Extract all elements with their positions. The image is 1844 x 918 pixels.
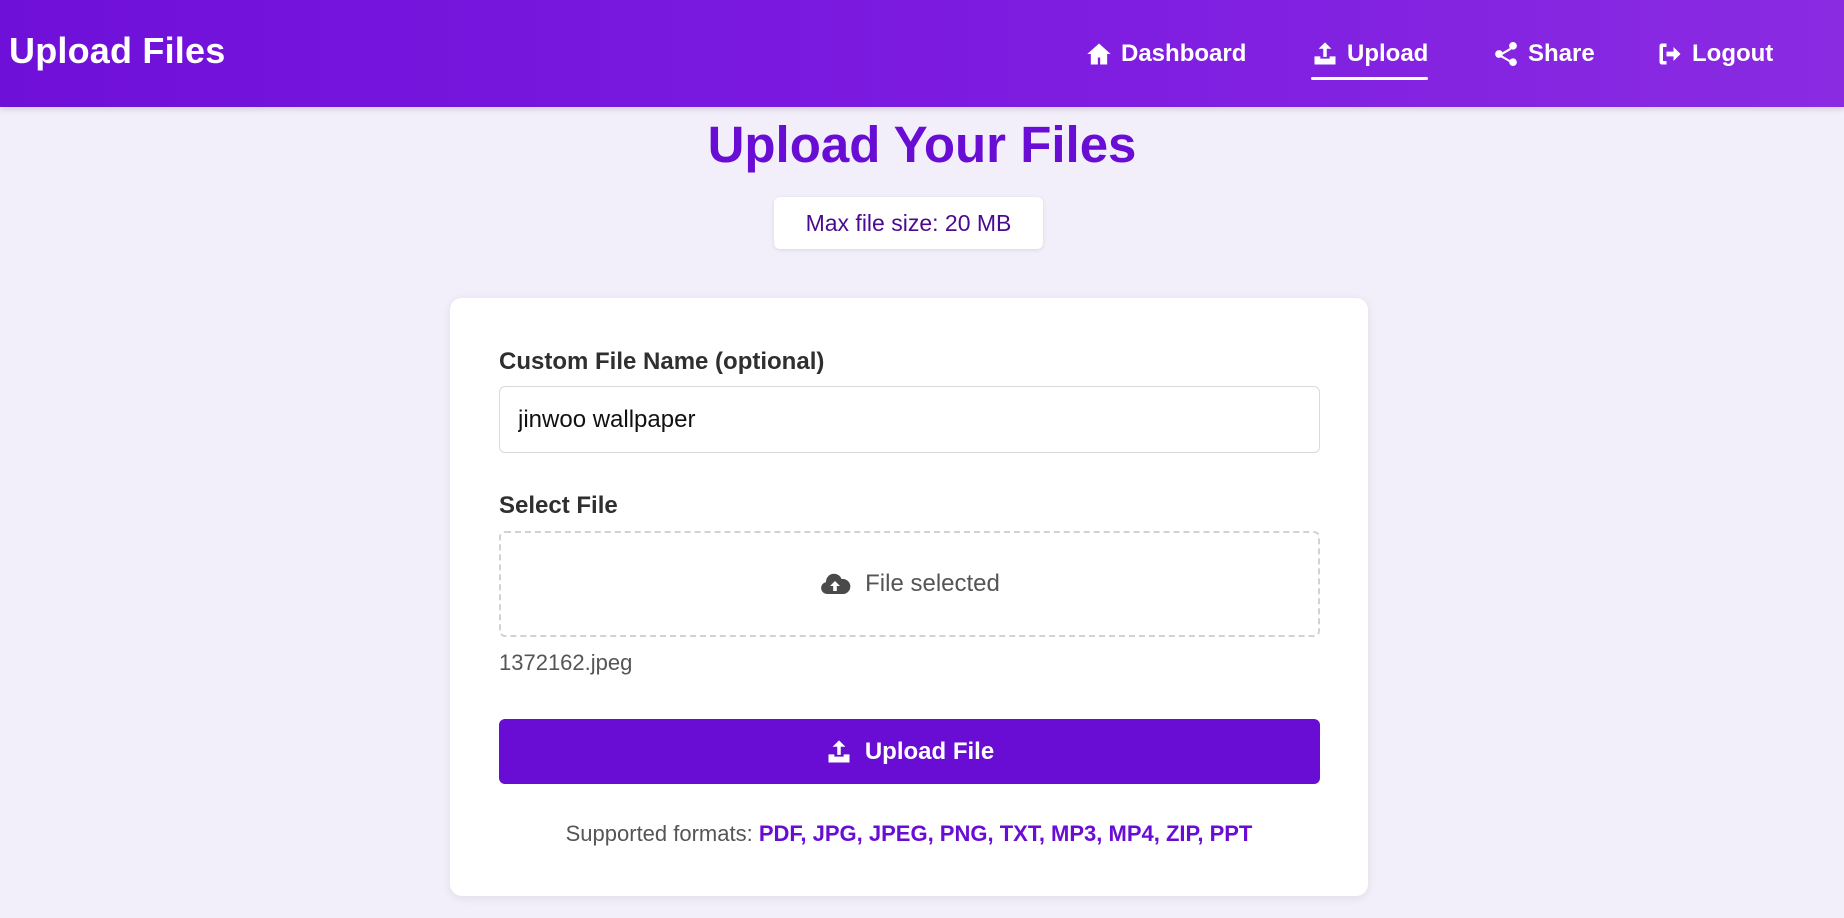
nav-dashboard-label: Dashboard xyxy=(1121,40,1247,67)
nav-logout-label: Logout xyxy=(1692,40,1774,67)
nav-upload-label: Upload xyxy=(1347,40,1429,67)
top-navbar: Upload Files Dashboard Upload Share Logo… xyxy=(0,0,1844,107)
upload-file-button[interactable]: Upload File xyxy=(499,719,1320,784)
formats-prefix: Supported formats: xyxy=(565,821,753,846)
supported-formats: Supported formats: PDF, JPG, JPEG, PNG, … xyxy=(450,821,1368,847)
nav-share[interactable]: Share xyxy=(1492,38,1595,70)
home-icon xyxy=(1087,43,1111,65)
cloud-upload-icon xyxy=(821,573,851,594)
share-icon xyxy=(1495,41,1517,67)
dropzone-text: File selected xyxy=(865,570,1000,597)
selected-file-name: 1372162.jpeg xyxy=(499,650,633,675)
upload-card: Custom File Name (optional) Select File … xyxy=(450,298,1368,896)
nav-logout[interactable]: Logout xyxy=(1656,38,1773,70)
logout-icon xyxy=(1659,43,1681,65)
custom-name-input[interactable] xyxy=(499,386,1320,453)
main-nav: Dashboard Upload Share Logout xyxy=(0,0,1844,107)
page-title: Upload Your Files xyxy=(707,116,1137,173)
file-dropzone[interactable]: File selected xyxy=(499,531,1320,637)
select-file-label: Select File xyxy=(499,492,618,519)
upload-icon xyxy=(1314,42,1336,65)
upload-icon xyxy=(828,739,850,762)
upload-file-label: Upload File xyxy=(864,737,995,765)
custom-name-label: Custom File Name (optional) xyxy=(499,348,825,375)
formats-list: PDF, JPG, JPEG, PNG, TXT, MP3, MP4, ZIP,… xyxy=(758,821,1253,846)
nav-upload[interactable]: Upload xyxy=(1311,38,1429,80)
nav-dashboard[interactable]: Dashboard xyxy=(1085,38,1246,70)
nav-share-label: Share xyxy=(1528,40,1595,67)
max-size-badge: Max file size: 20 MB xyxy=(774,197,1043,249)
